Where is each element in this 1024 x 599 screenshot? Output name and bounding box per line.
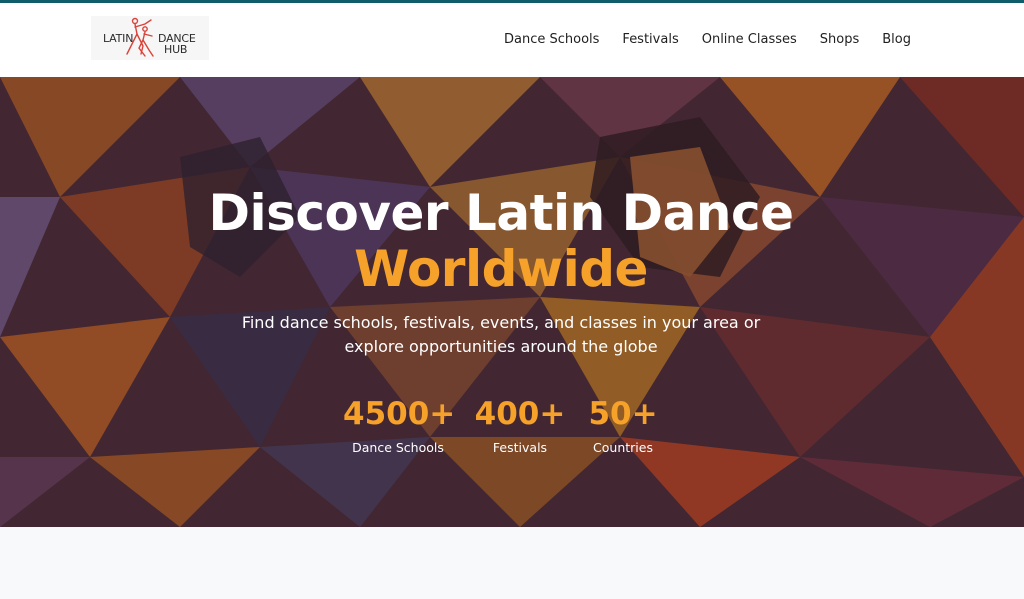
hero-subtitle: Find dance schools, festivals, events, a… <box>241 313 761 356</box>
nav-shops[interactable]: Shops <box>820 32 859 47</box>
stat-value: 50+ <box>588 396 658 432</box>
stat-countries: 50+ Countries <box>587 396 659 455</box>
stat-label: Dance Schools <box>352 440 444 455</box>
stat-value: 400+ <box>474 396 566 432</box>
dancers-logo-icon <box>126 17 154 57</box>
stat-festivals: 400+ Festivals <box>473 396 567 455</box>
site-logo[interactable]: LATIN DANCE HUB <box>91 16 209 60</box>
nav-blog[interactable]: Blog <box>882 32 911 47</box>
stat-label: Countries <box>593 440 653 455</box>
site-header: LATIN DANCE HUB Dance Schools Festivals … <box>0 3 1024 77</box>
stat-value: 4500+ <box>343 396 456 432</box>
stat-label: Festivals <box>492 440 548 455</box>
main-navigation: Dance Schools Festivals Online Classes S… <box>481 32 911 47</box>
nav-online-classes[interactable]: Online Classes <box>702 32 797 47</box>
hero-title: Discover Latin Dance <box>208 184 795 242</box>
logo-word-hub: HUB <box>164 43 188 56</box>
hero-dark-overlay <box>0 77 1024 527</box>
hero-title-highlight: Worldwide <box>354 240 648 298</box>
content-section <box>0 527 1024 599</box>
nav-festivals[interactable]: Festivals <box>622 32 678 47</box>
nav-dance-schools[interactable]: Dance Schools <box>504 32 599 47</box>
hero-section: Discover Latin Dance Worldwide Find danc… <box>0 77 1024 527</box>
stat-dance-schools: 4500+ Dance Schools <box>343 396 456 455</box>
